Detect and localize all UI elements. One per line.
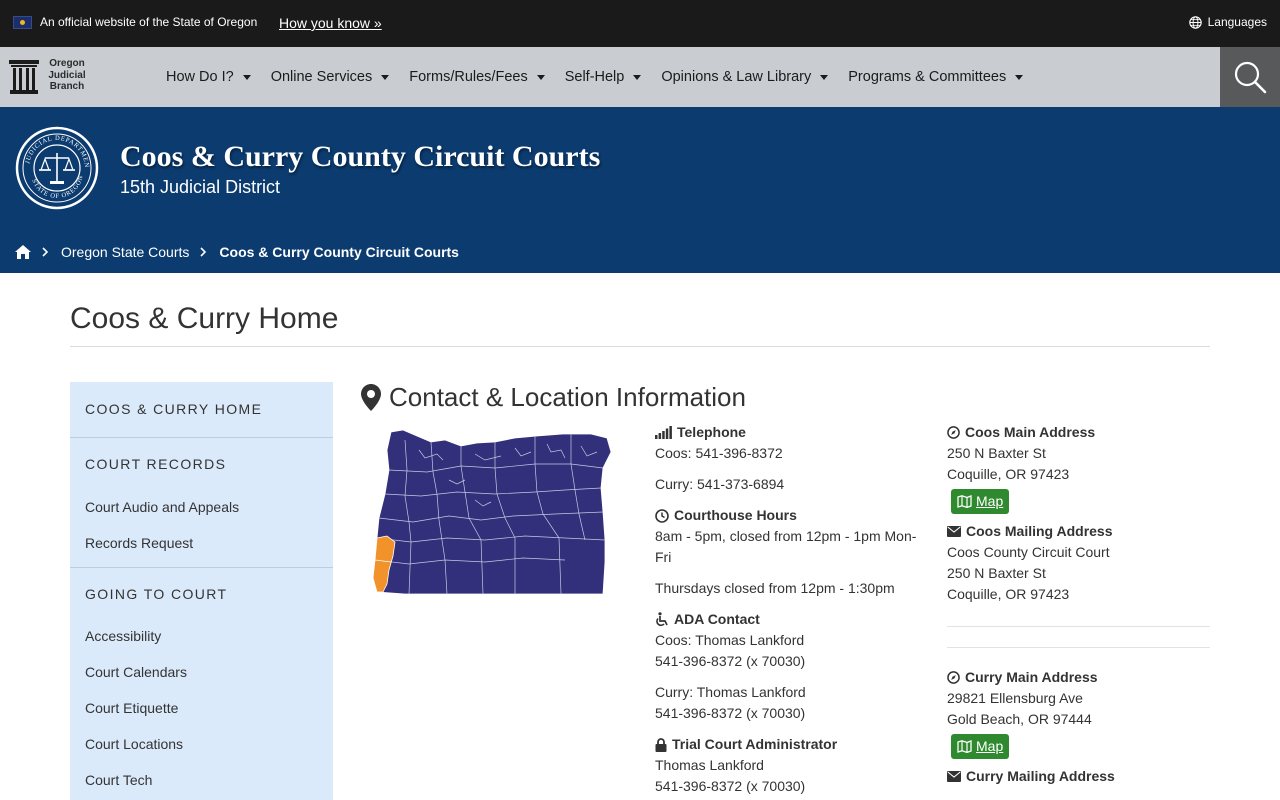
- ada-curry-phone: 541-396-8372 (x 70030): [655, 705, 806, 721]
- admin-phone: 541-396-8372 (x 70030): [655, 778, 806, 794]
- caret-down-icon: [1015, 74, 1024, 80]
- globe-icon: [1188, 15, 1202, 29]
- coos-main-line2: Coquille, OR 97423: [947, 466, 1070, 482]
- sidebar-item-records-request[interactable]: Records Request: [70, 525, 333, 561]
- compass-icon: [947, 671, 960, 684]
- nav-how-do-i[interactable]: How Do I?: [166, 69, 251, 85]
- sidebar-item-court-calendars[interactable]: Court Calendars: [70, 654, 333, 690]
- address-column: Coos Main Address 250 N Baxter St Coquil…: [947, 422, 1210, 787]
- sidebar-item-home[interactable]: COOS & CURRY HOME: [70, 382, 333, 437]
- telephone-curry: Curry: 541-373-6894: [655, 476, 785, 492]
- court-header: JUDICIAL DEPARTMENT STATE OF OREGON Coos…: [0, 107, 1280, 273]
- nav-online-services[interactable]: Online Services: [271, 69, 390, 85]
- envelope-icon: [947, 526, 961, 537]
- hours-thursday: Thursdays closed from 12pm - 1:30pm: [655, 580, 895, 596]
- sidebar-item-court-locations[interactable]: Court Locations: [70, 726, 333, 762]
- oregon-flag-icon: [13, 16, 32, 29]
- coos-mailing-address-label: Coos Mailing Address: [947, 521, 1210, 542]
- coos-main-address-label: Coos Main Address: [947, 422, 1210, 443]
- search-icon: [1234, 61, 1267, 94]
- contact-section-heading: Contact & Location Information: [361, 382, 746, 413]
- sidebar-item-court-tech[interactable]: Court Tech: [70, 762, 333, 798]
- map-icon: [957, 740, 972, 753]
- sidebar-item-court-audio-appeals[interactable]: Court Audio and Appeals: [70, 489, 333, 525]
- admin-name: Thomas Lankford: [655, 757, 764, 773]
- curry-main-line1: 29821 Ellensburg Ave: [947, 690, 1083, 706]
- signal-icon: [655, 426, 672, 439]
- chevron-right-icon: [42, 247, 49, 257]
- languages-button[interactable]: Languages: [1188, 15, 1267, 29]
- logo-text: Oregon Judicial Branch: [48, 58, 86, 92]
- sidebar-heading-court-records: COURT RECORDS: [85, 456, 227, 472]
- page-title: Coos & Curry Home: [70, 302, 339, 335]
- map-marker-icon: [361, 384, 381, 411]
- court-name-heading: Coos & Curry County Circuit Courts: [120, 140, 601, 173]
- coos-mail-line3: Coquille, OR 97423: [947, 586, 1070, 602]
- envelope-icon: [947, 771, 961, 782]
- judicial-district: 15th Judicial District: [120, 177, 281, 197]
- nav-self-help[interactable]: Self-Help: [565, 69, 642, 85]
- contact-info-column: Telephone Coos: 541-396-8372 Curry: 541-…: [655, 422, 925, 797]
- hours-line-2: Fri: [655, 549, 672, 565]
- coos-main-line1: 250 N Baxter St: [947, 445, 1046, 461]
- telephone-coos: Coos: 541-396-8372: [655, 445, 783, 461]
- curry-map-button[interactable]: Map: [951, 734, 1010, 759]
- sidebar-item-accessibility[interactable]: Accessibility: [70, 618, 333, 654]
- clock-icon: [655, 508, 669, 523]
- languages-label: Languages: [1207, 15, 1267, 29]
- wheelchair-icon: [656, 612, 668, 627]
- telephone-label: Telephone: [655, 422, 925, 443]
- breadcrumb-oregon-state-courts[interactable]: Oregon State Courts: [61, 244, 189, 260]
- ada-coos-name: Coos: Thomas Lankford: [655, 632, 805, 648]
- official-website-text: An official website of the State of Oreg…: [40, 15, 258, 29]
- caret-down-icon: [242, 74, 251, 80]
- curry-main-line2: Gold Beach, OR 97444: [947, 711, 1092, 727]
- nav-forms-rules-fees[interactable]: Forms/Rules/Fees: [409, 69, 545, 85]
- nav-opinions-law-library[interactable]: Opinions & Law Library: [661, 69, 829, 85]
- official-banner: An official website of the State of Oreg…: [0, 0, 1280, 47]
- sidebar-heading-going-to-court: GOING TO COURT: [85, 586, 228, 602]
- main-navigation: Oregon Judicial Branch How Do I? Online …: [0, 47, 1280, 107]
- ada-contact-label: ADA Contact: [655, 609, 925, 630]
- coos-map-button[interactable]: Map: [951, 489, 1010, 514]
- judicial-seal-icon: JUDICIAL DEPARTMENT STATE OF OREGON: [15, 126, 99, 210]
- breadcrumb: Oregon State Courts Coos & Curry County …: [15, 244, 459, 260]
- sidebar-navigation: COOS & CURRY HOME COURT RECORDS Court Au…: [70, 382, 333, 800]
- caret-down-icon: [381, 74, 390, 80]
- how-you-know-link[interactable]: How you know »: [279, 15, 382, 31]
- lock-icon: [655, 737, 667, 752]
- breadcrumb-current: Coos & Curry County Circuit Courts: [219, 244, 459, 260]
- ada-curry-name: Curry: Thomas Lankford: [655, 684, 806, 700]
- map-icon: [957, 495, 972, 508]
- courthouse-hours-label: Courthouse Hours: [655, 505, 925, 526]
- curry-main-address-label: Curry Main Address: [947, 667, 1210, 688]
- nav-menu: How Do I? Online Services Forms/Rules/Fe…: [166, 47, 1043, 107]
- ada-coos-phone: 541-396-8372 (x 70030): [655, 653, 806, 669]
- caret-down-icon: [536, 74, 545, 80]
- caret-down-icon: [633, 74, 642, 80]
- hours-line-1: 8am - 5pm, closed from 12pm - 1pm Mon-: [655, 528, 917, 544]
- coos-mail-line2: 250 N Baxter St: [947, 565, 1046, 581]
- compass-icon: [947, 426, 960, 439]
- search-button[interactable]: [1220, 47, 1280, 107]
- title-divider: [70, 346, 1210, 347]
- oregon-county-map: [372, 430, 611, 595]
- trial-court-admin-label: Trial Court Administrator: [655, 734, 925, 755]
- coos-mail-line1: Coos County Circuit Court: [947, 544, 1110, 560]
- nav-programs-committees[interactable]: Programs & Committees: [848, 69, 1024, 85]
- pillar-logo-icon: [9, 60, 39, 94]
- section-title: Contact & Location Information: [389, 382, 746, 412]
- ojb-logo[interactable]: Oregon Judicial Branch: [9, 58, 89, 96]
- sidebar-item-court-etiquette[interactable]: Court Etiquette: [70, 690, 333, 726]
- chevron-right-icon: [200, 247, 207, 257]
- home-icon[interactable]: [15, 245, 31, 259]
- curry-mailing-address-label: Curry Mailing Address: [947, 766, 1210, 787]
- caret-down-icon: [820, 74, 829, 80]
